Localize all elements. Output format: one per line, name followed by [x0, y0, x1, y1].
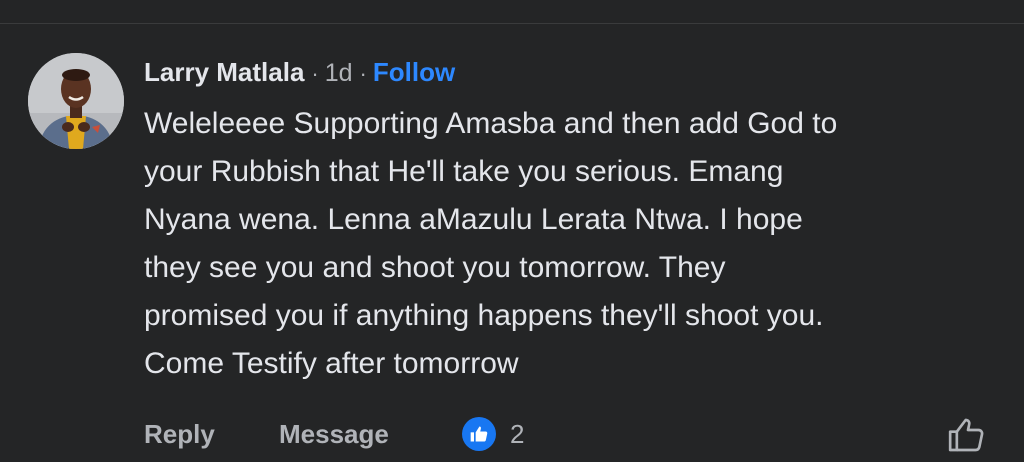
- reply-button[interactable]: Reply: [144, 412, 215, 456]
- separator-dot: ·: [359, 61, 367, 86]
- comment-timestamp[interactable]: 1d: [325, 55, 353, 91]
- author-name[interactable]: Larry Matlala: [144, 54, 304, 90]
- like-count: 2: [510, 418, 525, 449]
- comment-header: Larry Matlala · 1d · Follow: [144, 54, 1004, 90]
- reaction-summary[interactable]: 2: [462, 412, 524, 456]
- like-button[interactable]: [946, 415, 986, 455]
- comment: Larry Matlala · 1d · Follow Weleleeee Su…: [144, 54, 1004, 388]
- message-button[interactable]: Message: [279, 412, 389, 456]
- avatar-photo: [28, 53, 124, 149]
- comment-text: Weleleeee Supporting Amasba and then add…: [144, 107, 838, 380]
- follow-button[interactable]: Follow: [373, 54, 455, 90]
- avatar[interactable]: [28, 53, 124, 149]
- comment-actions: Reply Message 2: [144, 412, 1004, 456]
- separator-dot: ·: [311, 61, 319, 86]
- thumbs-up-icon: [462, 417, 496, 451]
- top-divider: [0, 23, 1024, 24]
- thumbs-up-outline-icon: [948, 418, 984, 452]
